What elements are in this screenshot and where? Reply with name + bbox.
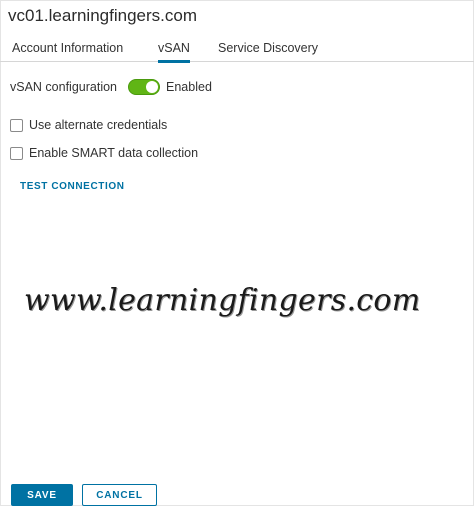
save-button[interactable]: SAVE xyxy=(11,484,73,506)
dialog-frame xyxy=(0,0,474,506)
smart-data-checkbox[interactable] xyxy=(10,146,23,160)
tab-bar: Account Information vSAN Service Discove… xyxy=(0,36,474,63)
dialog-title: vc01.learningfingers.com xyxy=(8,6,197,25)
test-connection-button[interactable]: TEST CONNECTION xyxy=(20,181,125,192)
alternate-credentials-row: Use alternate credentials xyxy=(10,117,167,133)
alternate-credentials-label[interactable]: Use alternate credentials xyxy=(29,118,167,132)
watermark: www.learningfingers.com xyxy=(24,283,421,318)
tab-vsan[interactable]: vSAN xyxy=(158,41,190,63)
cancel-button[interactable]: CANCEL xyxy=(82,484,157,506)
toggle-knob xyxy=(146,81,159,93)
tab-service-discovery[interactable]: Service Discovery xyxy=(218,41,318,55)
vsan-configuration-label: vSAN configuration xyxy=(10,80,118,94)
alternate-credentials-checkbox[interactable] xyxy=(10,118,23,132)
vsan-toggle[interactable] xyxy=(128,79,161,95)
vsan-configuration-row: vSAN configuration Enabled xyxy=(10,79,212,95)
tab-account-information[interactable]: Account Information xyxy=(12,41,123,55)
smart-data-label[interactable]: Enable SMART data collection xyxy=(29,146,198,160)
toggle-state-label: Enabled xyxy=(166,80,212,94)
smart-data-row: Enable SMART data collection xyxy=(10,145,198,161)
